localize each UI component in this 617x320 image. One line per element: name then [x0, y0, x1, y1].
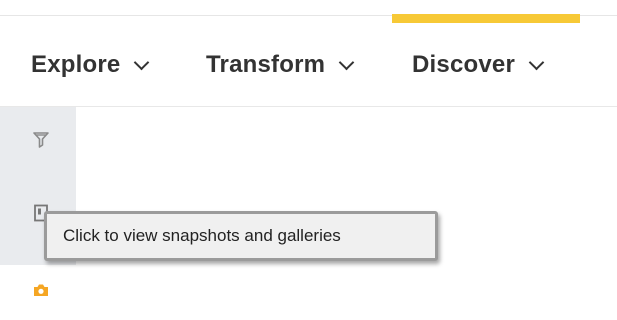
menu-divider	[0, 106, 617, 107]
camera-icon	[34, 284, 48, 296]
chevron-down-icon	[338, 54, 355, 70]
menu-transform-label: Transform	[206, 51, 326, 78]
sidebar-item-filter[interactable]	[26, 125, 56, 155]
chevron-down-icon	[528, 54, 545, 70]
menu-discover-label: Discover	[412, 51, 515, 78]
app-window: Explore Transform Discover Click to view…	[0, 0, 617, 320]
sidebar-item-snapshots[interactable]	[26, 275, 56, 305]
active-tab-indicator	[392, 14, 580, 23]
tooltip-text: Click to view snapshots and galleries	[63, 226, 341, 245]
funnel-icon	[33, 132, 49, 148]
menu-explore[interactable]: Explore	[31, 50, 150, 80]
menu-transform[interactable]: Transform	[206, 50, 355, 80]
chevron-down-icon	[134, 54, 150, 70]
snapshots-tooltip: Click to view snapshots and galleries	[44, 211, 438, 261]
menu-explore-label: Explore	[31, 51, 121, 78]
menu-discover[interactable]: Discover	[412, 50, 545, 80]
